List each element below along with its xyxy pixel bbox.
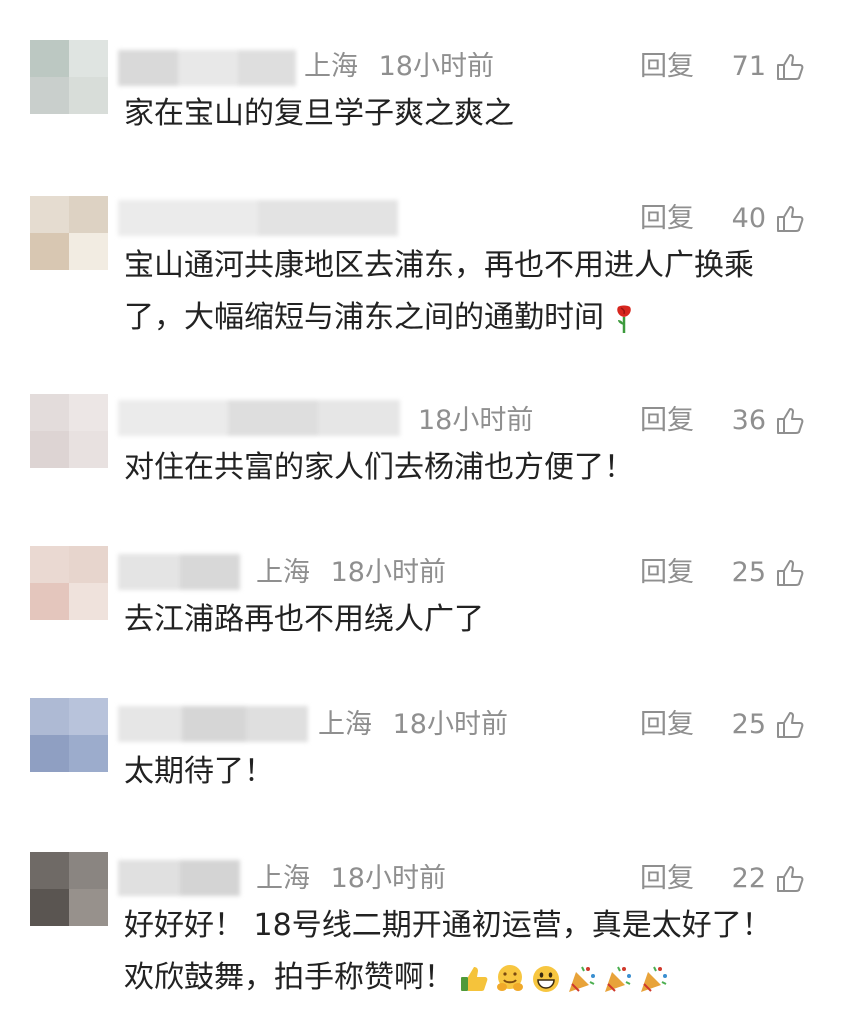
comment-text-line: 宝山通河共康地区去浦东，再也不用进人广换乘 [124, 248, 754, 283]
comment-item: 上海 18小时前 回复 22 好好好！ 18号线二期开通初运营，真是太好了！ 欢… [0, 852, 842, 1006]
thumbs-up-icon[interactable] [774, 405, 806, 437]
comment-item: 18小时前 回复 36 对住在共富的家人们去杨浦也方便了！ [0, 394, 842, 488]
comment-text-line: 欢欣鼓舞，拍手称赞啊！ [124, 960, 454, 995]
comment-text: 好好好！ 18号线二期开通初运营，真是太好了！ 欢欣鼓舞，拍手称赞啊！ [124, 900, 814, 1004]
location-label: 上海 [304, 51, 358, 82]
comment-text: 去江浦路再也不用绕人广了 [124, 602, 484, 637]
comment-text: 宝山通河共康地区去浦东，再也不用进人广换乘 了，大幅缩短与浦东之间的通勤时间 [124, 240, 814, 344]
comment-text: 家在宝山的复旦学子爽之爽之 [124, 96, 514, 131]
username-blurred[interactable] [118, 50, 296, 86]
party-popper-emoji [605, 966, 631, 992]
avatar[interactable] [30, 196, 108, 270]
comment-meta: 上海 18小时前 [304, 44, 494, 90]
avatar[interactable] [30, 852, 108, 926]
like-count: 25 [731, 709, 766, 740]
thumbs-up-emoji [461, 966, 488, 991]
comment-text-line-wrap: 欢欣鼓舞，拍手称赞啊！ [124, 952, 814, 1004]
timestamp: 18小时前 [392, 709, 508, 740]
comment-text-line: 了，大幅缩短与浦东之间的通勤时间 [124, 300, 604, 335]
grinning-face-emoji [533, 965, 559, 992]
thumbs-up-icon[interactable] [774, 709, 806, 741]
timestamp: 18小时前 [330, 863, 446, 894]
comment-item: 上海 18小时前 回复 25 去江浦路再也不用绕人广了 [0, 546, 842, 640]
comment-item: 上海 18小时前 回复 25 太期待了！ [0, 698, 842, 792]
location-label: 上海 [256, 557, 310, 588]
avatar[interactable] [30, 698, 108, 772]
comment-item: 上海 18小时前 回复 71 家在宝山的复旦学子爽之爽之 [0, 40, 842, 134]
comment-text-line-wrap: 了，大幅缩短与浦东之间的通勤时间 [124, 292, 814, 344]
party-popper-emoji [569, 966, 595, 992]
username-blurred[interactable] [118, 200, 398, 236]
comment-text: 对住在共富的家人们去杨浦也方便了！ [124, 450, 634, 485]
avatar[interactable] [30, 394, 108, 468]
username-blurred[interactable] [118, 860, 240, 896]
username-blurred[interactable] [118, 400, 400, 436]
comment-meta: 上海 18小时前 [256, 550, 446, 596]
thumbs-up-icon[interactable] [774, 203, 806, 235]
comment-meta: 上海 18小时前 [318, 702, 508, 748]
like-count: 25 [731, 557, 766, 588]
location-label: 上海 [318, 709, 372, 740]
rose-emoji [617, 305, 631, 333]
username-blurred[interactable] [118, 554, 240, 590]
comment-text-line: 好好好！ 18号线二期开通初运营，真是太好了！ [124, 908, 772, 943]
reply-button[interactable]: 回复 [640, 856, 694, 902]
party-popper-emoji [641, 966, 667, 992]
username-blurred[interactable] [118, 706, 308, 742]
reply-button[interactable]: 回复 [640, 398, 694, 444]
reply-button[interactable]: 回复 [640, 702, 694, 748]
timestamp: 18小时前 [418, 405, 534, 436]
comment-item: 回复 40 宝山通河共康地区去浦东，再也不用进人广换乘 了，大幅缩短与浦东之间的… [0, 196, 842, 336]
like-count: 40 [731, 203, 766, 234]
like-count: 71 [731, 51, 766, 82]
avatar[interactable] [30, 40, 108, 114]
avatar[interactable] [30, 546, 108, 620]
timestamp: 18小时前 [378, 51, 494, 82]
location-label: 上海 [256, 863, 310, 894]
comment-meta: 上海 18小时前 [256, 856, 446, 902]
thumbs-up-icon[interactable] [774, 51, 806, 83]
like-count: 36 [731, 405, 766, 436]
timestamp: 18小时前 [330, 557, 446, 588]
thumbs-up-icon[interactable] [774, 557, 806, 589]
reply-button[interactable]: 回复 [640, 196, 694, 242]
reply-button[interactable]: 回复 [640, 44, 694, 90]
comment-meta: 18小时前 [418, 398, 533, 444]
comment-text: 太期待了！ [124, 754, 274, 789]
like-count: 22 [731, 863, 766, 894]
thumbs-up-icon[interactable] [774, 863, 806, 895]
reply-button[interactable]: 回复 [640, 550, 694, 596]
hugging-face-emoji [497, 964, 523, 991]
